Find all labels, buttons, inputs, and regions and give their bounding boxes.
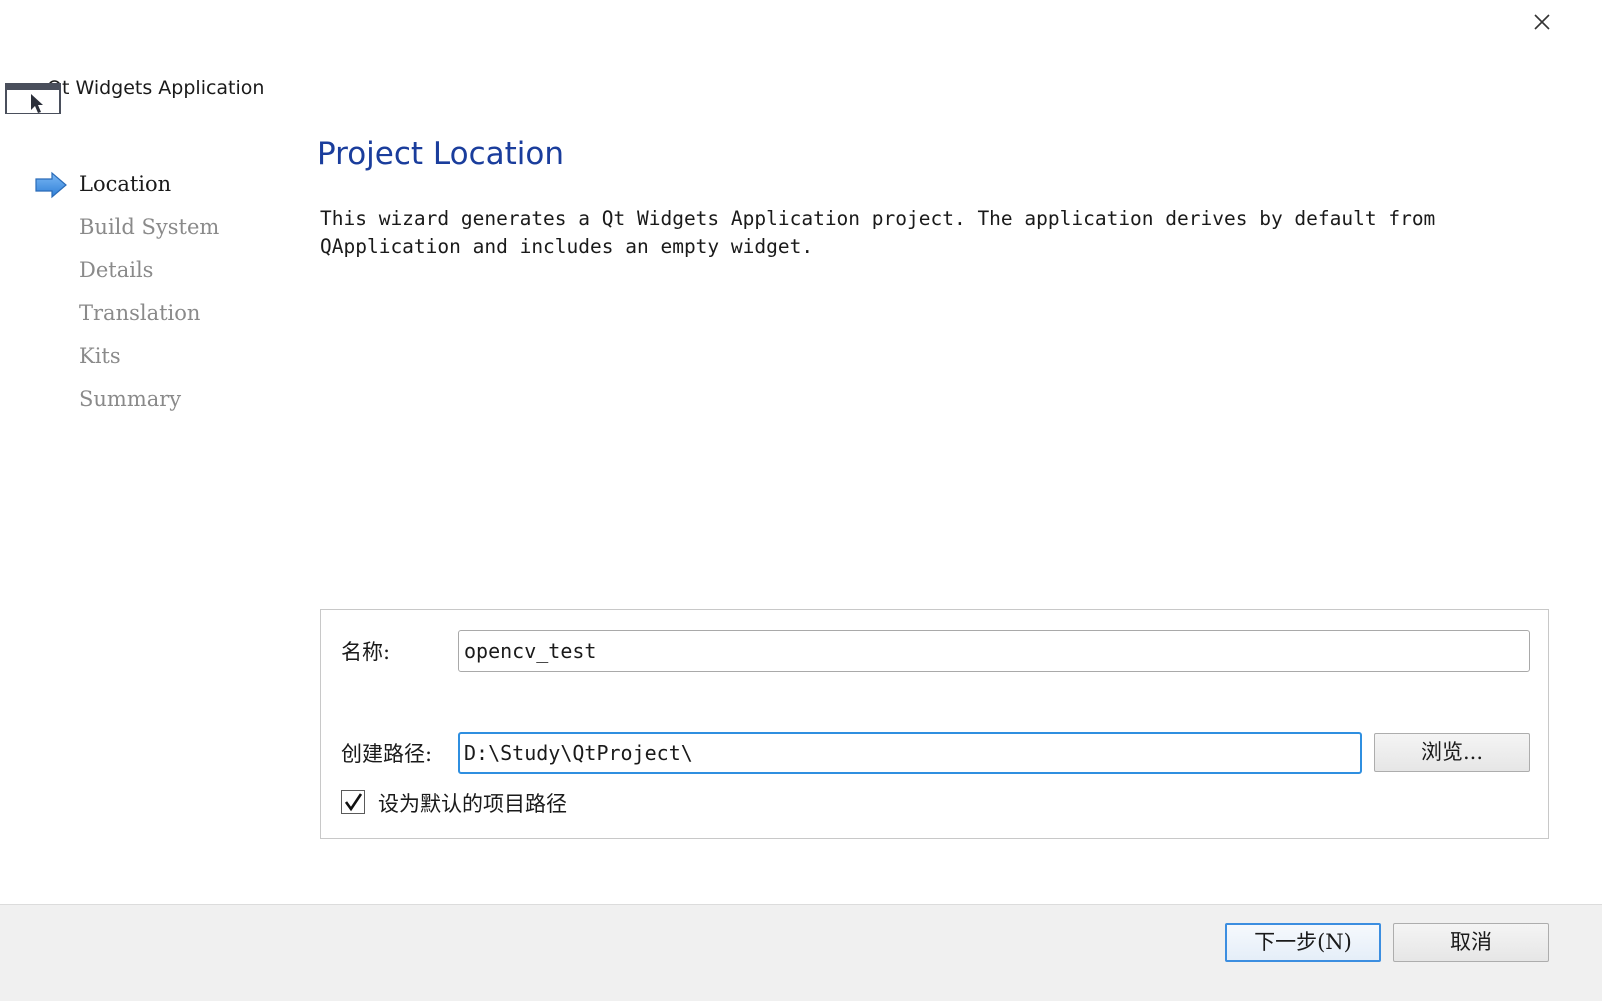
step-build-system: Build System bbox=[79, 215, 220, 239]
step-location: Location bbox=[79, 172, 172, 196]
wizard-app-title: Qt Widgets Application bbox=[47, 77, 265, 99]
close-button[interactable] bbox=[1528, 8, 1556, 36]
step-kits: Kits bbox=[79, 344, 121, 368]
arrow-right-icon bbox=[35, 171, 67, 199]
close-icon bbox=[1534, 14, 1550, 30]
window-cursor-icon bbox=[5, 80, 61, 115]
checkmark-icon bbox=[344, 793, 363, 812]
step-translation: Translation bbox=[79, 301, 201, 325]
description-line: This wizard generates a Qt Widgets Appli… bbox=[320, 207, 1436, 230]
step-details: Details bbox=[79, 258, 154, 282]
page-description: This wizard generates a Qt Widgets Appli… bbox=[320, 205, 1520, 261]
step-summary: Summary bbox=[79, 387, 182, 411]
wizard-footer: 下一步(N) 取消 bbox=[0, 904, 1602, 1001]
cancel-button[interactable]: 取消 bbox=[1393, 923, 1549, 962]
location-form: 名称: opencv_test 创建路径: D:\Study\QtProject… bbox=[320, 609, 1549, 839]
name-label: 名称: bbox=[341, 640, 391, 664]
path-label: 创建路径: bbox=[341, 742, 433, 766]
next-button[interactable]: 下一步(N) bbox=[1225, 923, 1381, 962]
browse-button[interactable]: 浏览... bbox=[1374, 733, 1530, 772]
name-input[interactable]: opencv_test bbox=[458, 630, 1530, 672]
default-path-label[interactable]: 设为默认的项目路径 bbox=[378, 788, 567, 818]
description-line: QApplication and includes an empty widge… bbox=[320, 235, 814, 258]
path-input[interactable]: D:\Study\QtProject\ bbox=[458, 732, 1362, 774]
default-path-checkbox[interactable] bbox=[341, 790, 365, 814]
page-title: Project Location bbox=[317, 136, 565, 172]
wizard-window: Qt Widgets Application Location Build Sy… bbox=[0, 0, 1602, 1001]
